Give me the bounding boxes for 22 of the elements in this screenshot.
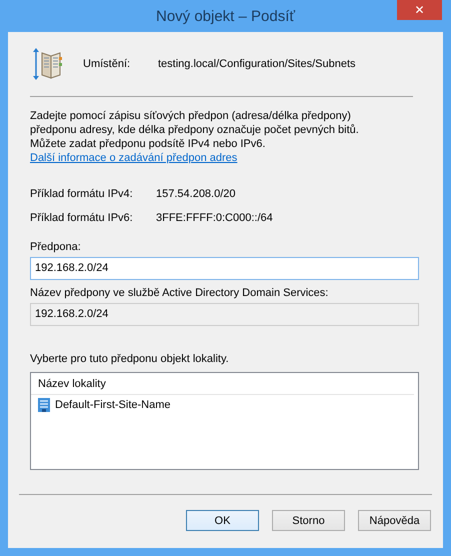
dialog-button[interactable]: OK (186, 510, 259, 531)
column-header[interactable]: Název lokality (31, 373, 414, 395)
location-path: testing.local/Configuration/Sites/Subnets (158, 58, 356, 70)
example-label: Příklad formátu IPv6: (30, 212, 134, 224)
dialog-button[interactable]: Storno (272, 510, 345, 531)
input-field[interactable]: 192.168.2.0/24 (30, 257, 419, 280)
example-value: 157.54.208.0/20 (156, 188, 236, 200)
building-icon (37, 397, 51, 413)
window-title: Nový objekt – Podsíť (156, 8, 296, 24)
site-prompt: Vyberte pro tuto předponu objekt lokality. (30, 353, 230, 365)
description-text: Zadejte pomocí zápisu síťových předpon (adresa/délka předpony) předponu adresy, kde délka předpony označuje počet pevných bitů. Můžete zadat předponu podsítě IPv4 nebo IPv6. (30, 109, 360, 151)
example-label: Příklad formátu IPv4: (30, 188, 134, 200)
directory-icon (33, 47, 63, 81)
close-button[interactable]: ✕ (397, 0, 442, 20)
help-link[interactable]: Další informace o zadávání předpon adres (30, 151, 238, 166)
site-list[interactable]: Název lokality Default-First-Site-Name (30, 372, 419, 470)
site-name[interactable]: Default-First-Site-Name (55, 399, 171, 411)
location-label: Umístění: (83, 58, 132, 70)
dialog-button[interactable]: Nápověda (358, 510, 431, 531)
field-label: Předpona: (30, 241, 82, 253)
example-value: 3FFE:FFFF:0:C000::/64 (156, 212, 273, 224)
field-label: Název předpony ve službě Active Directory Domain Services: (30, 287, 330, 299)
